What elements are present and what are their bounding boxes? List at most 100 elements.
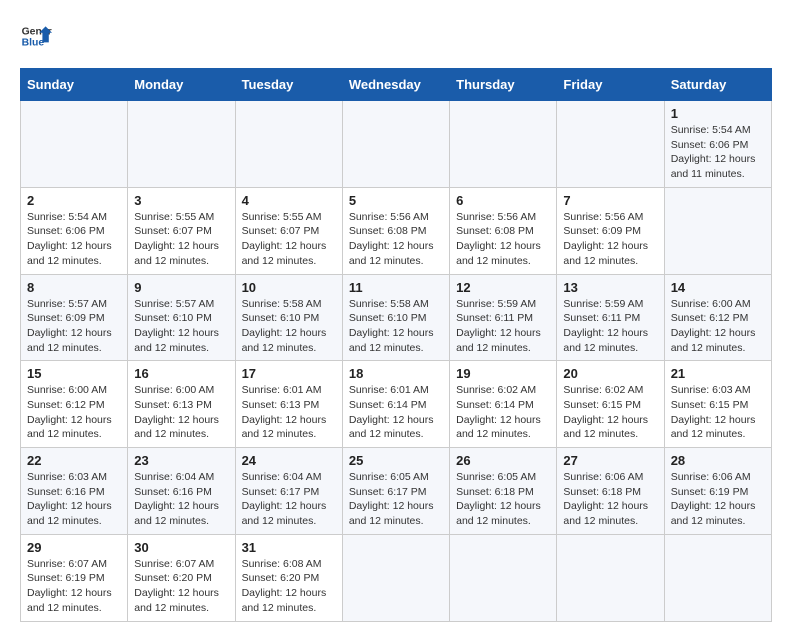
calendar-cell: 19 Sunrise: 6:02 AM Sunset: 6:14 PM Dayl… bbox=[450, 361, 557, 448]
logo: General Blue bbox=[20, 20, 52, 52]
calendar-week-row: 29 Sunrise: 6:07 AM Sunset: 6:19 PM Dayl… bbox=[21, 534, 772, 621]
calendar-cell: 18 Sunrise: 6:01 AM Sunset: 6:14 PM Dayl… bbox=[342, 361, 449, 448]
day-info: Sunrise: 6:08 AM Sunset: 6:20 PM Dayligh… bbox=[242, 557, 336, 616]
day-number: 28 bbox=[671, 453, 765, 468]
calendar-cell: 24 Sunrise: 6:04 AM Sunset: 6:17 PM Dayl… bbox=[235, 448, 342, 535]
day-info: Sunrise: 5:59 AM Sunset: 6:11 PM Dayligh… bbox=[456, 297, 550, 356]
calendar-cell: 3 Sunrise: 5:55 AM Sunset: 6:07 PM Dayli… bbox=[128, 187, 235, 274]
day-info: Sunrise: 6:07 AM Sunset: 6:19 PM Dayligh… bbox=[27, 557, 121, 616]
calendar-cell bbox=[557, 534, 664, 621]
day-info: Sunrise: 5:54 AM Sunset: 6:06 PM Dayligh… bbox=[671, 123, 765, 182]
calendar-cell: 30 Sunrise: 6:07 AM Sunset: 6:20 PM Dayl… bbox=[128, 534, 235, 621]
header-wednesday: Wednesday bbox=[342, 69, 449, 101]
day-info: Sunrise: 6:05 AM Sunset: 6:18 PM Dayligh… bbox=[456, 470, 550, 529]
day-number: 15 bbox=[27, 366, 121, 381]
calendar-cell: 20 Sunrise: 6:02 AM Sunset: 6:15 PM Dayl… bbox=[557, 361, 664, 448]
day-number: 19 bbox=[456, 366, 550, 381]
day-number: 26 bbox=[456, 453, 550, 468]
day-number: 8 bbox=[27, 280, 121, 295]
day-number: 11 bbox=[349, 280, 443, 295]
calendar-cell bbox=[342, 534, 449, 621]
calendar-cell bbox=[664, 534, 771, 621]
day-number: 21 bbox=[671, 366, 765, 381]
day-number: 5 bbox=[349, 193, 443, 208]
day-number: 3 bbox=[134, 193, 228, 208]
header-friday: Friday bbox=[557, 69, 664, 101]
calendar-cell: 4 Sunrise: 5:55 AM Sunset: 6:07 PM Dayli… bbox=[235, 187, 342, 274]
calendar-cell: 14 Sunrise: 6:00 AM Sunset: 6:12 PM Dayl… bbox=[664, 274, 771, 361]
calendar-cell: 11 Sunrise: 5:58 AM Sunset: 6:10 PM Dayl… bbox=[342, 274, 449, 361]
header-saturday: Saturday bbox=[664, 69, 771, 101]
day-info: Sunrise: 6:06 AM Sunset: 6:18 PM Dayligh… bbox=[563, 470, 657, 529]
day-number: 16 bbox=[134, 366, 228, 381]
calendar-cell: 26 Sunrise: 6:05 AM Sunset: 6:18 PM Dayl… bbox=[450, 448, 557, 535]
day-number: 20 bbox=[563, 366, 657, 381]
page-header: General Blue bbox=[20, 20, 772, 52]
calendar-cell: 22 Sunrise: 6:03 AM Sunset: 6:16 PM Dayl… bbox=[21, 448, 128, 535]
calendar-cell: 31 Sunrise: 6:08 AM Sunset: 6:20 PM Dayl… bbox=[235, 534, 342, 621]
calendar-cell bbox=[342, 101, 449, 188]
day-info: Sunrise: 6:04 AM Sunset: 6:16 PM Dayligh… bbox=[134, 470, 228, 529]
header-thursday: Thursday bbox=[450, 69, 557, 101]
logo-icon: General Blue bbox=[20, 20, 52, 52]
day-info: Sunrise: 6:02 AM Sunset: 6:14 PM Dayligh… bbox=[456, 383, 550, 442]
day-info: Sunrise: 5:54 AM Sunset: 6:06 PM Dayligh… bbox=[27, 210, 121, 269]
day-info: Sunrise: 5:58 AM Sunset: 6:10 PM Dayligh… bbox=[349, 297, 443, 356]
calendar-header-row: SundayMondayTuesdayWednesdayThursdayFrid… bbox=[21, 69, 772, 101]
calendar-cell: 10 Sunrise: 5:58 AM Sunset: 6:10 PM Dayl… bbox=[235, 274, 342, 361]
header-monday: Monday bbox=[128, 69, 235, 101]
day-info: Sunrise: 5:56 AM Sunset: 6:09 PM Dayligh… bbox=[563, 210, 657, 269]
day-number: 24 bbox=[242, 453, 336, 468]
calendar-cell: 13 Sunrise: 5:59 AM Sunset: 6:11 PM Dayl… bbox=[557, 274, 664, 361]
header-tuesday: Tuesday bbox=[235, 69, 342, 101]
day-number: 25 bbox=[349, 453, 443, 468]
day-info: Sunrise: 6:03 AM Sunset: 6:15 PM Dayligh… bbox=[671, 383, 765, 442]
day-number: 7 bbox=[563, 193, 657, 208]
day-info: Sunrise: 5:55 AM Sunset: 6:07 PM Dayligh… bbox=[242, 210, 336, 269]
calendar-cell bbox=[21, 101, 128, 188]
calendar-cell: 7 Sunrise: 5:56 AM Sunset: 6:09 PM Dayli… bbox=[557, 187, 664, 274]
day-number: 23 bbox=[134, 453, 228, 468]
day-info: Sunrise: 6:04 AM Sunset: 6:17 PM Dayligh… bbox=[242, 470, 336, 529]
day-info: Sunrise: 5:56 AM Sunset: 6:08 PM Dayligh… bbox=[456, 210, 550, 269]
calendar-cell: 15 Sunrise: 6:00 AM Sunset: 6:12 PM Dayl… bbox=[21, 361, 128, 448]
day-info: Sunrise: 6:01 AM Sunset: 6:13 PM Dayligh… bbox=[242, 383, 336, 442]
day-number: 18 bbox=[349, 366, 443, 381]
calendar-week-row: 8 Sunrise: 5:57 AM Sunset: 6:09 PM Dayli… bbox=[21, 274, 772, 361]
day-info: Sunrise: 6:03 AM Sunset: 6:16 PM Dayligh… bbox=[27, 470, 121, 529]
day-info: Sunrise: 6:02 AM Sunset: 6:15 PM Dayligh… bbox=[563, 383, 657, 442]
calendar-cell: 28 Sunrise: 6:06 AM Sunset: 6:19 PM Dayl… bbox=[664, 448, 771, 535]
calendar-cell bbox=[235, 101, 342, 188]
day-info: Sunrise: 6:00 AM Sunset: 6:12 PM Dayligh… bbox=[671, 297, 765, 356]
day-info: Sunrise: 5:57 AM Sunset: 6:09 PM Dayligh… bbox=[27, 297, 121, 356]
day-info: Sunrise: 6:06 AM Sunset: 6:19 PM Dayligh… bbox=[671, 470, 765, 529]
header-sunday: Sunday bbox=[21, 69, 128, 101]
day-number: 27 bbox=[563, 453, 657, 468]
calendar-cell: 21 Sunrise: 6:03 AM Sunset: 6:15 PM Dayl… bbox=[664, 361, 771, 448]
day-info: Sunrise: 5:59 AM Sunset: 6:11 PM Dayligh… bbox=[563, 297, 657, 356]
day-info: Sunrise: 6:07 AM Sunset: 6:20 PM Dayligh… bbox=[134, 557, 228, 616]
calendar-cell: 2 Sunrise: 5:54 AM Sunset: 6:06 PM Dayli… bbox=[21, 187, 128, 274]
day-number: 4 bbox=[242, 193, 336, 208]
calendar-cell: 6 Sunrise: 5:56 AM Sunset: 6:08 PM Dayli… bbox=[450, 187, 557, 274]
day-number: 31 bbox=[242, 540, 336, 555]
calendar-week-row: 1 Sunrise: 5:54 AM Sunset: 6:06 PM Dayli… bbox=[21, 101, 772, 188]
calendar-cell bbox=[450, 534, 557, 621]
day-info: Sunrise: 5:56 AM Sunset: 6:08 PM Dayligh… bbox=[349, 210, 443, 269]
calendar-cell: 27 Sunrise: 6:06 AM Sunset: 6:18 PM Dayl… bbox=[557, 448, 664, 535]
calendar-table: SundayMondayTuesdayWednesdayThursdayFrid… bbox=[20, 68, 772, 622]
calendar-cell bbox=[450, 101, 557, 188]
day-number: 22 bbox=[27, 453, 121, 468]
calendar-cell: 17 Sunrise: 6:01 AM Sunset: 6:13 PM Dayl… bbox=[235, 361, 342, 448]
day-info: Sunrise: 5:58 AM Sunset: 6:10 PM Dayligh… bbox=[242, 297, 336, 356]
day-number: 17 bbox=[242, 366, 336, 381]
day-info: Sunrise: 6:01 AM Sunset: 6:14 PM Dayligh… bbox=[349, 383, 443, 442]
day-info: Sunrise: 5:57 AM Sunset: 6:10 PM Dayligh… bbox=[134, 297, 228, 356]
calendar-cell: 12 Sunrise: 5:59 AM Sunset: 6:11 PM Dayl… bbox=[450, 274, 557, 361]
calendar-cell bbox=[664, 187, 771, 274]
day-number: 12 bbox=[456, 280, 550, 295]
calendar-cell: 1 Sunrise: 5:54 AM Sunset: 6:06 PM Dayli… bbox=[664, 101, 771, 188]
day-number: 14 bbox=[671, 280, 765, 295]
day-number: 2 bbox=[27, 193, 121, 208]
calendar-cell: 9 Sunrise: 5:57 AM Sunset: 6:10 PM Dayli… bbox=[128, 274, 235, 361]
